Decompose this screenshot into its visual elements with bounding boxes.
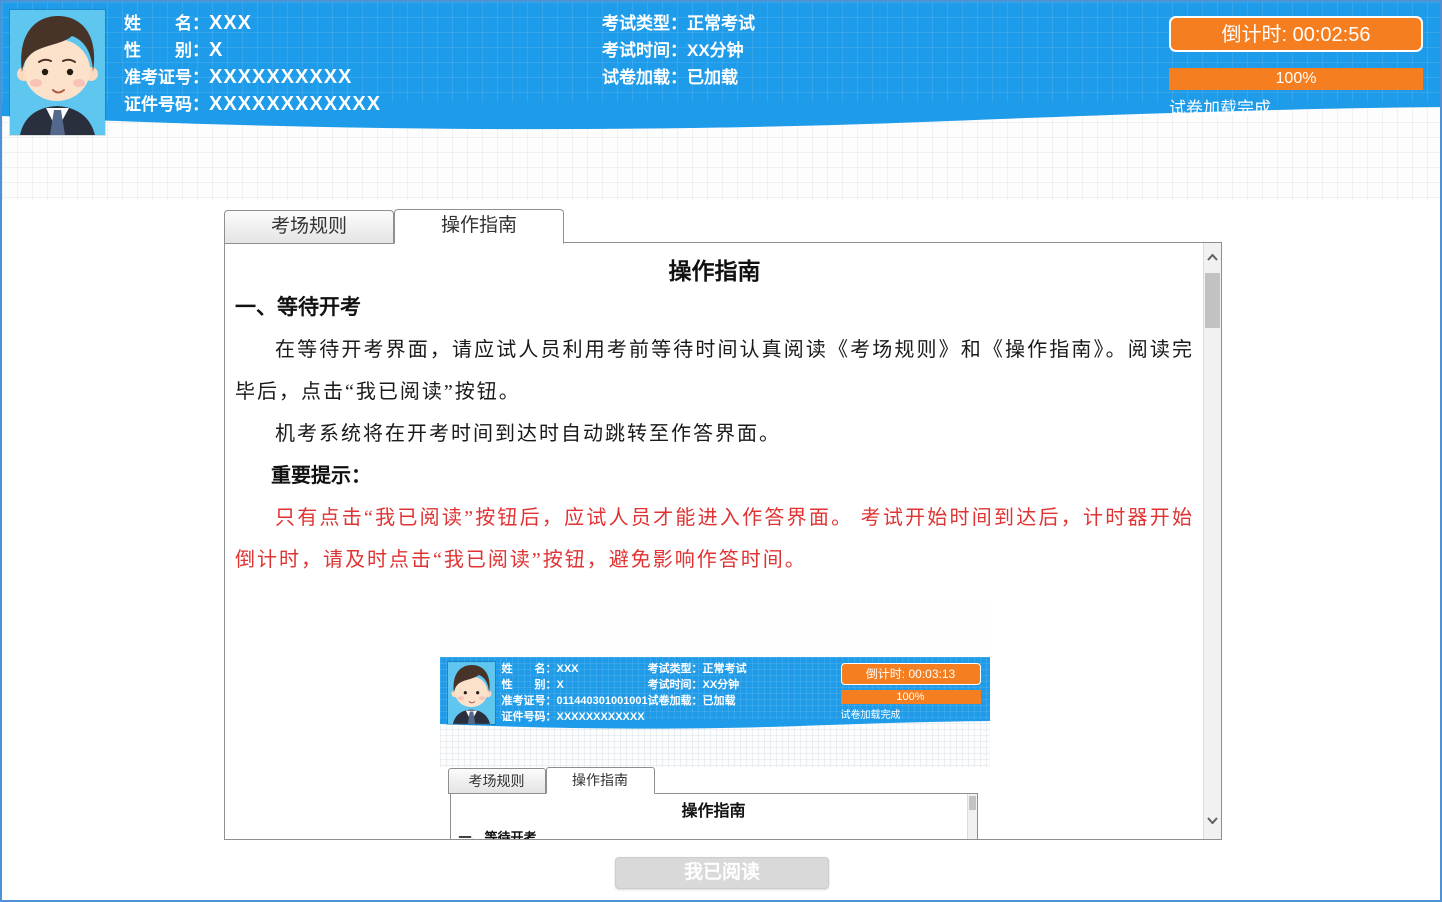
guide-content-panel: 操作指南 一、等待开考 在等待开考界面，请应试人员利用考前等待时间认真阅读《考场… (224, 242, 1222, 840)
page-header: 姓 名：XXX 性 别：X 准考证号：XXXXXXXXXX 证件号码：XXXXX… (2, 2, 1440, 200)
embedded-scrollbar-thumb (969, 796, 976, 810)
field-value: XXXXXXXXXXXX (209, 93, 381, 115)
timer-area: 倒计时: 00:02:56 100% 试卷加载完成 (1169, 16, 1423, 119)
exam-type: 考试类型：正常考试 (602, 10, 755, 37)
embedded-header: 姓 名：XXX 性 别：X 准考证号：011440301001001 证件号码：… (440, 657, 990, 767)
embedded-candidate-gender: 性 别：X (502, 677, 648, 693)
guide-title: 操作指南 (235, 255, 1194, 287)
embedded-content-panel: 操作指南 一、等待开考 (450, 793, 978, 839)
i-have-read-button[interactable]: 我已阅读 (615, 857, 829, 889)
field-value: X (209, 39, 223, 61)
embedded-load-progress-bar: 100% (841, 690, 981, 704)
tab-exam-rules[interactable]: 考场规则 (224, 210, 394, 244)
embedded-top-margin (440, 599, 990, 657)
scroll-down-icon[interactable] (1204, 812, 1221, 829)
embedded-exam-info: 考试类型：正常考试 考试时间：XX分钟 试卷加载：已加载 (648, 661, 747, 709)
embedded-scrollbar (967, 794, 977, 839)
embedded-exam-duration: 考试时间：XX分钟 (648, 677, 747, 693)
embedded-candidate-ticket-number: 准考证号：011440301001001 (502, 693, 648, 709)
embedded-tab-exam-rules: 考场规则 (448, 768, 546, 794)
field-value: XXXXXXXXXXXX (557, 711, 645, 723)
candidate-name: 姓 名：XXX (124, 10, 381, 37)
candidate-photo (10, 10, 105, 135)
field-label: 姓 名： (124, 14, 209, 33)
field-label: 性 别： (502, 679, 557, 691)
content-scrollbar[interactable] (1203, 243, 1221, 839)
field-label: 准考证号： (502, 695, 557, 707)
guide-section-heading: 一、等待开考 (235, 287, 1194, 329)
paper-load-status: 试卷加载：已加载 (602, 64, 755, 91)
load-progress-caption: 试卷加载完成 (1169, 94, 1423, 119)
load-progress-bar: 100% (1169, 68, 1423, 90)
field-value: XXX (209, 12, 252, 34)
embedded-countdown-timer: 倒计时: 00:03:13 (841, 663, 981, 685)
embedded-guide-section-heading: 一、等待开考 (451, 827, 977, 839)
candidate-ticket-number: 准考证号：XXXXXXXXXX (124, 64, 381, 91)
candidate-id-number: 证件号码：XXXXXXXXXXXX (124, 91, 381, 118)
embedded-candidate-id-number: 证件号码：XXXXXXXXXXXX (502, 709, 648, 725)
guide-paragraph: 在等待开考界面，请应试人员利用考前等待时间认真阅读《考场规则》和《操作指南》。阅… (235, 329, 1194, 413)
embedded-guide-screenshot: 姓 名：XXX 性 别：X 准考证号：011440301001001 证件号码：… (440, 599, 990, 839)
guide-content: 操作指南 一、等待开考 在等待开考界面，请应试人员利用考前等待时间认真阅读《考场… (225, 243, 1204, 839)
guide-paragraph: 机考系统将在开考时间到达时自动跳转至作答界面。 (235, 413, 1194, 455)
embedded-guide-title: 操作指南 (451, 797, 977, 821)
field-value: X (557, 679, 564, 691)
tab-operation-guide[interactable]: 操作指南 (394, 209, 564, 244)
field-label: 姓 名： (502, 663, 557, 675)
field-label: 证件号码： (502, 711, 557, 723)
candidate-gender: 性 别：X (124, 37, 381, 64)
field-label: 证件号码： (124, 95, 209, 114)
embedded-timer-area: 倒计时: 00:03:13 100% 试卷加载完成 (841, 663, 981, 721)
countdown-timer: 倒计时: 00:02:56 (1169, 16, 1423, 52)
embedded-candidate-name: 姓 名：XXX (502, 661, 648, 677)
field-label: 性 别： (124, 41, 209, 60)
embedded-tab-operation-guide: 操作指南 (546, 767, 655, 794)
embedded-paper-load-status: 试卷加载：已加载 (648, 693, 747, 709)
important-notice-heading: 重要提示： (235, 455, 1194, 497)
field-value: XXXXXXXXXX (209, 66, 352, 88)
embedded-exam-type: 考试类型：正常考试 (648, 661, 747, 677)
field-value: 011440301001001 (557, 695, 648, 707)
exam-duration: 考试时间：XX分钟 (602, 37, 755, 64)
embedded-candidate-photo (448, 662, 495, 724)
candidate-info: 姓 名：XXX 性 别：X 准考证号：XXXXXXXXXX 证件号码：XXXXX… (124, 10, 381, 118)
exam-waiting-page: { "header": { "accent_color": "#f57e20",… (0, 0, 1442, 902)
embedded-candidate-info: 姓 名：XXX 性 别：X 准考证号：011440301001001 证件号码：… (502, 661, 648, 725)
embedded-tabs: 考场规则操作指南 (448, 767, 655, 794)
important-notice-text: 只有点击“我已阅读”按钮后，应试人员才能进入作答界面。 考试开始时间到达后，计时… (235, 497, 1194, 581)
field-value: XXX (557, 663, 579, 675)
field-label: 准考证号： (124, 68, 209, 87)
embedded-load-progress-caption: 试卷加载完成 (841, 706, 981, 721)
exam-info: 考试类型：正常考试 考试时间：XX分钟 试卷加载：已加载 (602, 10, 755, 91)
rules-guide-tabs: 考场规则操作指南 (224, 209, 564, 244)
scrollbar-thumb[interactable] (1205, 273, 1220, 328)
scroll-up-icon[interactable] (1204, 249, 1221, 266)
